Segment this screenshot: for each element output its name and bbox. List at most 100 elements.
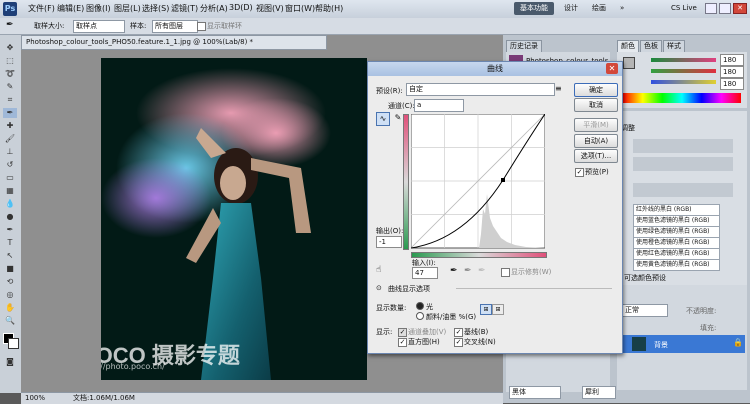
3d-rotate-tool-icon[interactable]: ⟲	[3, 277, 17, 287]
cs-live-button[interactable]: CS Live	[665, 2, 703, 15]
input-field[interactable]: 47	[412, 267, 438, 279]
3d-camera-tool-icon[interactable]: ◎	[3, 290, 17, 300]
font-family-select[interactable]: 黑体	[509, 386, 561, 399]
menu-3d[interactable]: 3D(D)	[229, 3, 253, 12]
options-button[interactable]: 选项(T)...	[574, 149, 618, 163]
adjustment-icons-row-3[interactable]	[633, 183, 733, 197]
curves-dialog: 曲线 ✕ 预设(R): 自定 ≡ 确定 取消 平滑(M) 自动(A) 选项(T)…	[367, 61, 623, 354]
close-icon[interactable]: ✕	[733, 3, 747, 14]
preset-select[interactable]: 自定	[406, 83, 555, 96]
color-value-l[interactable]: 180	[720, 54, 744, 66]
path-select-tool-icon[interactable]: ↖	[3, 251, 17, 261]
menu-window[interactable]: 窗口(W)	[285, 3, 315, 14]
preset-item[interactable]: 使用黄色滤镜的黑白 (RGB)	[633, 259, 720, 271]
pen-tool-icon[interactable]: ✒	[3, 225, 17, 235]
menu-edit[interactable]: 编辑(E)	[57, 3, 84, 14]
blend-mode-select[interactable]: 正常	[622, 304, 668, 317]
eraser-tool-icon[interactable]: ▭	[3, 173, 17, 183]
detailed-grid-icon[interactable]: ⊞	[492, 304, 504, 315]
stamp-tool-icon[interactable]: ⊥	[3, 147, 17, 157]
auto-button[interactable]: 自动(A)	[574, 134, 618, 148]
canvas-photo[interactable]: POCO 摄影专题 http://photo.poco.cn/	[101, 58, 367, 380]
healing-tool-icon[interactable]: ✚	[3, 121, 17, 131]
eyedropper-icon[interactable]: ✒	[6, 20, 14, 30]
selective-color-presets[interactable]: 可选颜色预设	[624, 273, 666, 283]
adjustment-icons-row-1[interactable]	[633, 139, 733, 153]
black-eyedropper-icon[interactable]: ✒	[450, 266, 458, 276]
simple-grid-icon[interactable]: ⊞	[480, 304, 492, 315]
expand-options-icon[interactable]: ⊙	[376, 284, 382, 292]
dodge-tool-icon[interactable]: ●	[3, 212, 17, 222]
show-label: 显示:	[376, 328, 393, 336]
history-brush-tool-icon[interactable]: ↺	[3, 160, 17, 170]
channel-select[interactable]: a	[414, 99, 464, 112]
minimize-icon[interactable]	[705, 3, 717, 14]
shape-tool-icon[interactable]: ■	[3, 264, 17, 274]
smooth-button[interactable]: 平滑(M)	[574, 118, 618, 132]
menu-select[interactable]: 选择(S)	[142, 3, 169, 14]
menu-help[interactable]: 帮助(H)	[315, 3, 343, 14]
move-tool-icon[interactable]: ✥	[3, 43, 17, 53]
quick-select-tool-icon[interactable]: ✎	[3, 82, 17, 92]
white-eyedropper-icon[interactable]: ✒	[478, 266, 486, 276]
preset-options-icon[interactable]: ≡	[555, 84, 562, 93]
sample-size-select[interactable]: 取样点	[73, 20, 125, 33]
on-image-adjust-icon[interactable]: ☝	[376, 265, 381, 275]
gray-eyedropper-icon[interactable]: ✒	[464, 266, 472, 276]
quick-mask-icon[interactable]: ◙	[3, 357, 17, 367]
workspace-more-button[interactable]: »	[614, 2, 630, 15]
intersection-checkbox[interactable]: ✓	[454, 338, 463, 347]
light-radio[interactable]	[416, 302, 424, 310]
sample-select[interactable]: 所有图层	[152, 20, 198, 33]
baseline-label: 基线(B)	[464, 328, 489, 336]
curve-graph[interactable]	[411, 114, 545, 250]
workspace-design-button[interactable]: 设计	[558, 2, 584, 15]
photoshop-logo: Ps	[3, 2, 17, 16]
color-slider-l[interactable]	[651, 58, 716, 62]
layer-name[interactable]: 背景	[654, 340, 668, 350]
color-value-b[interactable]: 180	[720, 78, 744, 90]
color-spectrum-bar[interactable]	[623, 93, 741, 103]
menu-image[interactable]: 图像(I)	[86, 3, 111, 14]
channel-overlays-checkbox[interactable]: ✓	[398, 328, 407, 337]
type-tool-icon[interactable]: T	[3, 238, 17, 248]
zoom-tool-icon[interactable]: 🔍	[3, 316, 17, 326]
adjustment-icons-row-2[interactable]	[633, 157, 733, 171]
output-gradient-bar	[403, 114, 409, 250]
histogram-checkbox[interactable]: ✓	[398, 338, 407, 347]
brush-tool-icon[interactable]: 🖌	[3, 134, 17, 144]
zoom-level[interactable]: 100%	[25, 393, 45, 404]
baseline-checkbox[interactable]: ✓	[454, 328, 463, 337]
hand-tool-icon[interactable]: ✋	[3, 303, 17, 313]
ok-button[interactable]: 确定	[574, 83, 618, 97]
color-slider-a[interactable]	[651, 69, 716, 73]
close-dialog-icon[interactable]: ✕	[606, 63, 618, 74]
workspace-essentials-button[interactable]: 基本功能	[514, 2, 554, 15]
eyedropper-tool-icon[interactable]: ✒	[3, 108, 17, 118]
pigment-radio[interactable]	[416, 312, 424, 320]
show-ring-checkbox[interactable]	[197, 22, 206, 31]
menu-view[interactable]: 视图(V)	[256, 3, 284, 14]
color-slider-b[interactable]	[651, 80, 716, 84]
blur-tool-icon[interactable]: 💧	[3, 199, 17, 209]
cancel-button[interactable]: 取消	[574, 98, 618, 112]
color-value-a[interactable]: 180	[720, 66, 744, 78]
crop-tool-icon[interactable]: ⌗	[3, 95, 17, 105]
gradient-tool-icon[interactable]: ▦	[3, 186, 17, 196]
workspace-paint-button[interactable]: 绘画	[586, 2, 612, 15]
antialias-select[interactable]: 犀利	[582, 386, 616, 399]
menu-analysis[interactable]: 分析(A)	[200, 3, 228, 14]
color-foreground-swatch[interactable]	[623, 57, 635, 69]
menu-file[interactable]: 文件(F)	[28, 3, 55, 14]
document-tab[interactable]: Photoshop_colour_tools_PHO50.feature.1_1…	[21, 35, 327, 50]
preview-checkbox[interactable]: ✓	[575, 168, 584, 177]
menu-layer[interactable]: 图层(L)	[114, 3, 141, 14]
lasso-tool-icon[interactable]: ➰	[3, 69, 17, 79]
marquee-tool-icon[interactable]: ⬚	[3, 56, 17, 66]
restore-icon[interactable]	[719, 3, 731, 14]
menu-filter[interactable]: 滤镜(T)	[171, 3, 198, 14]
curve-point-tool-icon[interactable]: ∿	[376, 112, 390, 126]
output-field[interactable]: -1	[376, 236, 402, 248]
show-clipping-checkbox[interactable]	[501, 268, 510, 277]
background-color-swatch[interactable]	[8, 338, 19, 349]
